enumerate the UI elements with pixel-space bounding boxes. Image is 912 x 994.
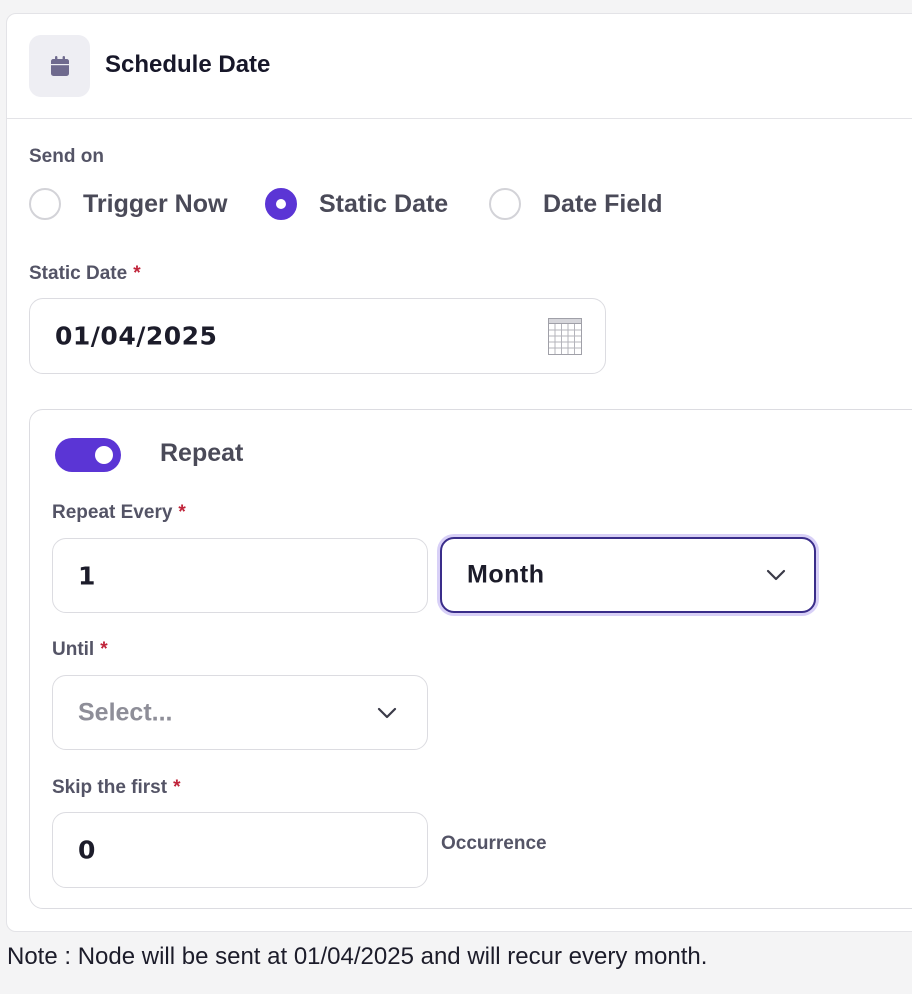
repeat-toggle-label: Repeat (160, 439, 244, 467)
static-date-input[interactable]: 01/04/2025 (29, 298, 606, 374)
required-mark: * (178, 502, 186, 523)
static-date-label-text: Static Date (29, 263, 128, 284)
repeat-unit-value: Month (467, 560, 545, 589)
repeat-count-input[interactable]: 1 (52, 538, 428, 613)
radio-label-trigger-now: Trigger Now (83, 189, 228, 218)
radio-circle-date-field[interactable] (489, 188, 521, 220)
repeat-unit-select[interactable]: Month (440, 537, 816, 613)
until-label-text: Until (52, 639, 95, 660)
repeat-toggle[interactable] (55, 438, 121, 472)
repeat-every-label-text: Repeat Every (52, 502, 173, 523)
static-date-label: Static Date * (29, 263, 141, 285)
card-header: Schedule Date (7, 14, 912, 119)
repeat-section: Repeat Repeat Every * 1 Month Until * Sele… (29, 409, 912, 909)
skip-first-input[interactable]: 0 (52, 812, 428, 888)
required-mark: * (100, 639, 108, 660)
send-on-label: Send on (29, 146, 104, 167)
skip-first-label: Skip the first * (52, 777, 180, 799)
required-mark: * (173, 777, 181, 798)
repeat-count-value: 1 (78, 561, 96, 590)
radio-circle-trigger-now[interactable] (29, 188, 61, 220)
toggle-knob (95, 446, 113, 464)
radio-static-date[interactable]: Static Date (265, 186, 448, 222)
schedule-note: Note : Node will be sent at 01/04/2025 a… (7, 943, 708, 970)
radio-circle-static-date[interactable] (265, 188, 297, 220)
required-mark: * (133, 263, 141, 284)
radio-trigger-now[interactable]: Trigger Now (29, 186, 227, 222)
radio-label-date-field: Date Field (543, 189, 663, 218)
chevron-down-icon[interactable] (377, 707, 397, 719)
until-select[interactable]: Select... (52, 675, 428, 750)
radio-date-field[interactable]: Date Field (489, 186, 662, 222)
until-label: Until * (52, 639, 108, 661)
chevron-down-icon[interactable] (766, 569, 786, 581)
skip-first-label-text: Skip the first (52, 777, 168, 798)
calendar-grid-icon[interactable] (548, 318, 582, 355)
calendar-icon (29, 35, 90, 97)
until-placeholder: Select... (78, 698, 173, 726)
schedule-date-card: Schedule Date Send on Trigger Now Static… (6, 13, 912, 932)
occurrence-label: Occurrence (441, 833, 547, 854)
radio-label-static-date: Static Date (319, 189, 449, 218)
repeat-every-label: Repeat Every * (52, 502, 186, 524)
static-date-value: 01/04/2025 (55, 321, 218, 351)
skip-first-value: 0 (78, 835, 96, 865)
card-title: Schedule Date (105, 51, 271, 78)
